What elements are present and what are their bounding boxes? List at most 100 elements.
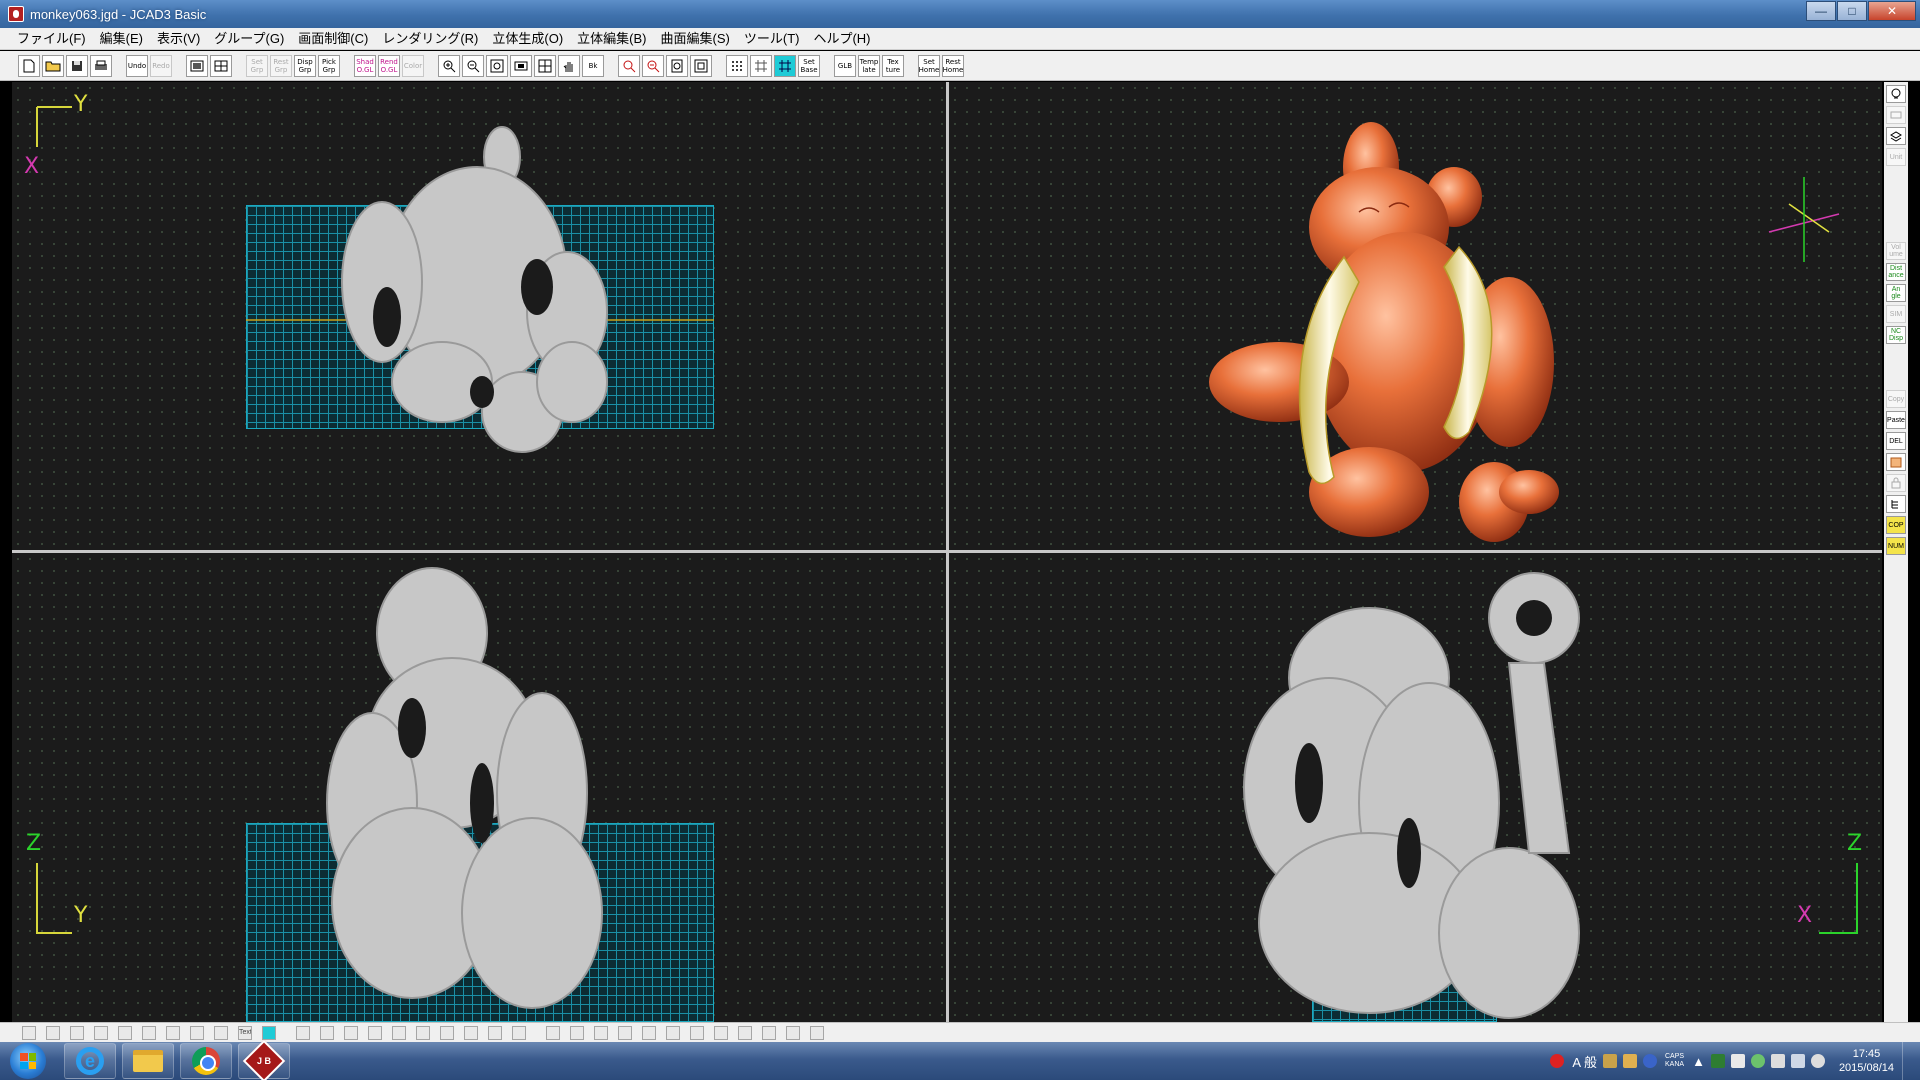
back-view-button[interactable]: Bk	[582, 54, 604, 77]
layout-quad-icon[interactable]	[210, 54, 232, 77]
edit-tool-1-icon[interactable]	[546, 1025, 560, 1040]
minimize-button[interactable]: —	[1806, 1, 1836, 21]
menu-rendering[interactable]: レンダリング(R)	[375, 28, 485, 50]
solid-tool-10-icon[interactable]	[512, 1025, 526, 1040]
copy-button[interactable]: Copy	[1886, 390, 1906, 408]
edit-tool-11-icon[interactable]	[786, 1025, 800, 1040]
pick-group-button[interactable]: Pick Grp	[318, 54, 340, 77]
menu-view[interactable]: 表示(V)	[150, 28, 207, 50]
ime-dictionary-icon[interactable]	[1623, 1054, 1637, 1068]
distance-button[interactable]: Dist ance	[1886, 263, 1906, 281]
clock[interactable]: 17:45 2015/08/14	[1839, 1047, 1894, 1075]
zoom-page-icon[interactable]	[666, 54, 688, 77]
edit-tool-8-icon[interactable]	[714, 1025, 728, 1040]
curve-tool-7-icon[interactable]	[166, 1025, 180, 1040]
network-icon[interactable]	[1790, 1054, 1805, 1068]
chrome-taskbar-button[interactable]	[180, 1043, 232, 1079]
show-hidden-icons-icon[interactable]: ▲	[1692, 1054, 1705, 1069]
zoom-fit-icon[interactable]	[486, 54, 508, 77]
zoom-all-icon[interactable]	[534, 54, 556, 77]
zoom-red-in-icon[interactable]	[618, 54, 640, 77]
print-icon[interactable]	[90, 54, 112, 77]
curve-tool-2-icon[interactable]	[46, 1025, 60, 1040]
solid-tool-8-icon[interactable]	[464, 1025, 478, 1040]
angle-button[interactable]: An gle	[1886, 284, 1906, 302]
unit-button[interactable]: Unit	[1886, 148, 1906, 166]
menu-tools[interactable]: ツール(T)	[737, 28, 807, 50]
zoom-red-out-icon[interactable]	[642, 54, 664, 77]
maximize-button[interactable]: □	[1837, 1, 1867, 21]
monitor-icon[interactable]	[1710, 1054, 1725, 1068]
render-opengl-button[interactable]: Rend O.GL	[378, 54, 400, 77]
open-folder-icon[interactable]	[42, 54, 64, 77]
close-button[interactable]: ✕	[1868, 1, 1916, 21]
volume-button[interactable]: Vol ume	[1886, 242, 1906, 260]
curve-tool-3-icon[interactable]	[70, 1025, 84, 1040]
edit-tool-12-icon[interactable]	[810, 1025, 824, 1040]
edit-tool-2-icon[interactable]	[570, 1025, 584, 1040]
light-bulb-icon[interactable]	[1886, 85, 1906, 103]
set-home-button[interactable]: Set Home	[918, 54, 940, 77]
new-file-icon[interactable]	[18, 54, 40, 77]
edit-tool-6-icon[interactable]	[666, 1025, 680, 1040]
texture-button[interactable]: Tex ture	[882, 54, 904, 77]
edit-tool-5-icon[interactable]	[642, 1025, 656, 1040]
menu-solid-edit[interactable]: 立体編集(B)	[570, 28, 653, 50]
tree-list-icon[interactable]	[1886, 495, 1906, 513]
solid-tool-5-icon[interactable]	[392, 1025, 406, 1040]
curve-tool-8-icon[interactable]	[190, 1025, 204, 1040]
sim-button[interactable]: SIM	[1886, 305, 1906, 323]
windows-flag-icon[interactable]	[1730, 1054, 1745, 1068]
menu-solid-create[interactable]: 立体生成(O)	[485, 28, 570, 50]
disp-group-button[interactable]: Disp Grp	[294, 54, 316, 77]
frame-icon[interactable]	[690, 54, 712, 77]
color-button[interactable]: Color	[402, 54, 424, 77]
zoom-in-icon[interactable]	[438, 54, 460, 77]
pan-hand-icon[interactable]	[558, 54, 580, 77]
solid-tool-9-icon[interactable]	[488, 1025, 502, 1040]
jcad-taskbar-button[interactable]: J B	[238, 1039, 290, 1080]
lock-icon[interactable]	[1886, 474, 1906, 492]
scanner-icon[interactable]	[1886, 106, 1906, 124]
solid-tool-6-icon[interactable]	[416, 1025, 430, 1040]
volume-muted-icon[interactable]	[1810, 1054, 1825, 1068]
help-icon[interactable]	[1643, 1054, 1657, 1068]
curve-tool-1-icon[interactable]	[22, 1025, 36, 1040]
undo-button[interactable]: Undo	[126, 54, 148, 77]
active-tool-icon[interactable]	[262, 1025, 276, 1040]
ime-indicator[interactable]: A 般	[1572, 1052, 1597, 1071]
menu-edit[interactable]: 編集(E)	[93, 28, 150, 50]
zoom-out-icon[interactable]	[462, 54, 484, 77]
front-viewport[interactable]: Z Y	[12, 553, 946, 1022]
edit-tool-9-icon[interactable]	[738, 1025, 752, 1040]
action-center-flag-icon[interactable]	[1770, 1054, 1785, 1068]
solid-tool-1-icon[interactable]	[296, 1025, 310, 1040]
internet-explorer-taskbar-button[interactable]: e	[64, 1043, 116, 1079]
set-group-button[interactable]: Set Grp	[246, 54, 268, 77]
menu-surface-edit[interactable]: 曲面編集(S)	[654, 28, 737, 50]
nc-display-button[interactable]: NC Disp	[1886, 326, 1906, 344]
solid-tool-4-icon[interactable]	[368, 1025, 382, 1040]
delete-button[interactable]: DEL	[1886, 432, 1906, 450]
top-viewport[interactable]: Y X	[12, 82, 946, 550]
sync-icon[interactable]	[1750, 1054, 1765, 1068]
paste-button[interactable]: Paste	[1886, 411, 1906, 429]
render-viewport[interactable]	[949, 82, 1882, 550]
snap-grid-icon[interactable]	[750, 54, 772, 77]
shade-opengl-button[interactable]: Shad O.GL	[354, 54, 376, 77]
edit-tool-4-icon[interactable]	[618, 1025, 632, 1040]
rest-home-button[interactable]: Rest Home	[942, 54, 964, 77]
menu-screen-control[interactable]: 画面制御(C)	[291, 28, 375, 50]
template-button[interactable]: Temp late	[858, 54, 880, 77]
edit-tool-10-icon[interactable]	[762, 1025, 776, 1040]
set-base-button[interactable]: Set Base	[798, 54, 820, 77]
solid-tool-3-icon[interactable]	[344, 1025, 358, 1040]
text-tool-button[interactable]: Text	[238, 1025, 252, 1040]
show-desktop-button[interactable]	[1902, 1042, 1912, 1080]
menu-help[interactable]: ヘルプ(H)	[806, 28, 877, 50]
redo-button[interactable]: Redo	[150, 54, 172, 77]
security-icon[interactable]	[1550, 1054, 1565, 1068]
curve-tool-5-icon[interactable]	[118, 1025, 132, 1040]
menu-group[interactable]: グループ(G)	[207, 28, 291, 50]
rest-group-button[interactable]: Rest Grp	[270, 54, 292, 77]
